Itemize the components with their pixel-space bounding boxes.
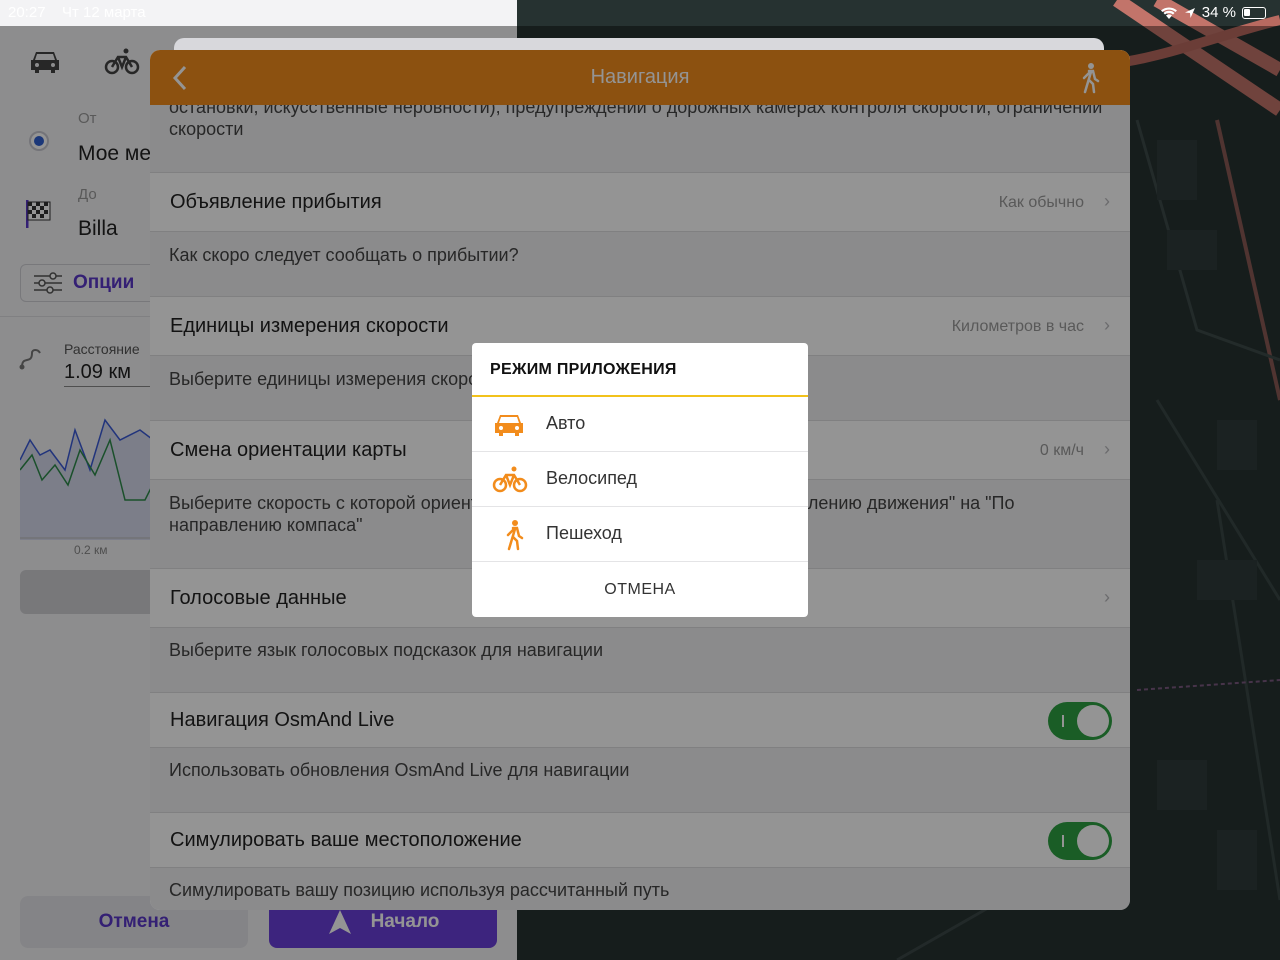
option-label: Авто bbox=[546, 413, 586, 433]
battery-percent: 34 % bbox=[1201, 4, 1236, 21]
status-time: 20:27 bbox=[8, 4, 46, 21]
car-icon bbox=[495, 415, 523, 436]
wifi-icon bbox=[1160, 6, 1177, 19]
dialog-cancel-button[interactable]: ОТМЕНА bbox=[472, 562, 808, 617]
mode-option-bicycle[interactable]: Велосипед bbox=[472, 452, 808, 507]
option-label: Велосипед bbox=[546, 468, 638, 488]
dialog-cancel-label: ОТМЕНА bbox=[604, 580, 676, 598]
app-mode-dialog: РЕЖИМ ПРИЛОЖЕНИЯ Авто Велосипед Пешеход … bbox=[472, 343, 808, 617]
battery-icon bbox=[1242, 6, 1266, 19]
status-date: Чт 12 марта bbox=[62, 4, 146, 21]
location-arrow-icon bbox=[1184, 7, 1195, 18]
bicycle-icon bbox=[492, 466, 528, 493]
dialog-title: РЕЖИМ ПРИЛОЖЕНИЯ bbox=[490, 361, 677, 378]
status-indicators: 34 % bbox=[1160, 4, 1266, 21]
pedestrian-icon bbox=[506, 520, 524, 551]
mode-option-pedestrian[interactable]: Пешеход bbox=[472, 507, 808, 562]
mode-option-car[interactable]: Авто bbox=[472, 397, 808, 452]
option-label: Пешеход bbox=[546, 523, 622, 543]
status-bar: 20:27 Чт 12 марта 34 % bbox=[0, 0, 1280, 26]
